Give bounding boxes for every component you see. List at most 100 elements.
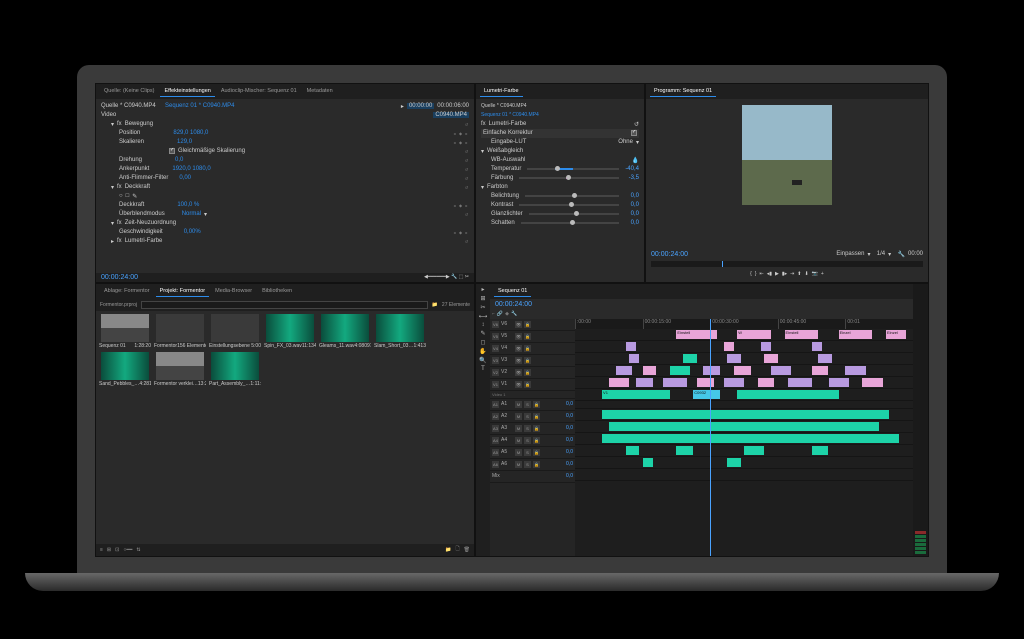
source-patch[interactable]: V2 [492, 369, 499, 376]
lock-icon[interactable]: 🔒 [524, 333, 531, 340]
effect-tc[interactable]: 00:00:24:00 [101, 274, 138, 281]
basic-correction-section[interactable]: Einfache Korrektur [483, 130, 533, 136]
video-clip[interactable] [609, 378, 629, 387]
reset-icon[interactable]: ↺ [464, 122, 469, 127]
source-patch[interactable]: A3 [492, 425, 499, 432]
video-clip[interactable] [764, 354, 778, 363]
twirl-icon[interactable]: ▾ [111, 184, 114, 191]
mute-icon[interactable]: M [515, 449, 522, 456]
twirl-icon[interactable]: ▾ [481, 184, 484, 191]
tool-3[interactable]: ⟷ [479, 313, 488, 320]
bin-item[interactable]: Sand_Pebbles_…4:28188 [99, 352, 151, 387]
tint-slider[interactable] [519, 177, 619, 179]
video-clip[interactable] [758, 378, 775, 387]
video-clip[interactable] [818, 354, 832, 363]
lock-icon[interactable]: 🔒 [533, 413, 540, 420]
source-patch[interactable]: A2 [492, 413, 499, 420]
lock-icon[interactable]: 🔒 [524, 357, 531, 364]
lift-icon[interactable]: ⬆ [797, 271, 801, 277]
link-icon[interactable]: 🔗 [497, 311, 503, 317]
export-frame-icon[interactable]: 📷 [812, 271, 818, 277]
audio-clip[interactable] [602, 434, 899, 443]
snap-icon[interactable]: ⌐ [492, 311, 495, 317]
video-clip[interactable] [629, 354, 639, 363]
settings-icon[interactable]: 🔧 [511, 311, 517, 317]
video-clip[interactable]: C0932 [693, 390, 720, 399]
mute-icon[interactable]: M [515, 437, 522, 444]
eyedropper-icon[interactable]: 💧 [632, 157, 639, 164]
mark-in-icon[interactable]: { [750, 271, 752, 277]
wrench-icon[interactable]: 🔧 [898, 251, 905, 258]
tool-9[interactable]: T [481, 366, 485, 372]
video-track[interactable] [575, 341, 913, 353]
speed-prop[interactable]: Geschwindigkeit [119, 229, 163, 235]
lumetri-master[interactable]: Lumetri-Farbe [489, 121, 527, 127]
tool-0[interactable]: ▸ [481, 286, 484, 293]
bin-item[interactable]: Formentor156 Elemente [154, 314, 206, 349]
folder-icon[interactable]: 📁 [432, 302, 438, 308]
video-track[interactable] [575, 353, 913, 365]
solo-icon[interactable]: S [524, 413, 531, 420]
audio-track-header[interactable]: A3A3MS🔒0,0 [490, 423, 575, 435]
tool-2[interactable]: ✂ [480, 304, 485, 311]
video-track-header[interactable]: V2V2👁🔒 [490, 367, 575, 379]
tab-effect-controls[interactable]: Effekteinstellungen [160, 86, 214, 97]
video-clip[interactable]: Einzel [839, 330, 873, 339]
playhead[interactable] [710, 319, 711, 556]
solo-icon[interactable]: S [524, 449, 531, 456]
tab-metadata[interactable]: Metadaten [303, 86, 337, 97]
video-clip[interactable] [663, 378, 687, 387]
audio-track-header[interactable]: A5A5MS🔒0,0 [490, 447, 575, 459]
contrast-slider[interactable] [519, 204, 619, 206]
trash-icon[interactable]: 🗑 [464, 547, 470, 553]
video-track-header[interactable]: V3V3👁🔒 [490, 355, 575, 367]
video-clip[interactable] [771, 366, 791, 375]
position-prop[interactable]: Position [119, 130, 140, 136]
track-area[interactable]: :00:0000:00:15:0000:00:30:0000:00:45:000… [575, 319, 913, 556]
video-track[interactable]: EinstellWEinstellEinzelEinzel [575, 329, 913, 341]
bin-item[interactable]: Spin_FX_03.wav11:13489 [264, 314, 316, 349]
lumetri-sequence[interactable]: Sequenz 01 * C0940.MP4 [481, 112, 539, 118]
kf-next-icon[interactable]: ▸ [464, 131, 469, 136]
audio-track[interactable] [575, 457, 913, 469]
video-clip[interactable] [829, 378, 849, 387]
solo-icon[interactable]: S [524, 461, 531, 468]
time-remap-effect[interactable]: Zeit-Neuzuordnung [125, 220, 176, 226]
tool-6[interactable]: ◻ [481, 339, 486, 346]
bin-item[interactable]: Einstellungsebene5:00 [209, 314, 261, 349]
video-clip[interactable] [626, 342, 636, 351]
audio-clip[interactable] [676, 446, 693, 455]
audio-track[interactable] [575, 409, 913, 421]
solo-icon[interactable]: S [524, 425, 531, 432]
lumetri-effect[interactable]: Lumetri-Farbe [125, 238, 163, 244]
scale-value[interactable]: 129,0 [177, 139, 192, 145]
input-lut[interactable]: Eingabe-LUT [491, 139, 526, 145]
solo-icon[interactable]: S [524, 401, 531, 408]
mask-rect-icon[interactable]: □ [126, 193, 130, 199]
wb-selector[interactable]: WB-Auswahl [491, 157, 525, 163]
source-patch[interactable]: V3 [492, 357, 499, 364]
scale-prop[interactable]: Skalieren [119, 139, 144, 145]
video-clip[interactable] [643, 366, 657, 375]
zoom-dropdown[interactable]: 1/4 [877, 251, 885, 257]
extract-icon[interactable]: ⬇ [804, 271, 808, 277]
video-clip[interactable] [812, 342, 822, 351]
audio-clip[interactable] [812, 446, 829, 455]
twirl-icon[interactable]: ▸ [111, 238, 114, 245]
shadows-slider[interactable] [521, 222, 619, 224]
audio-clip[interactable] [626, 446, 640, 455]
audio-clip[interactable] [643, 458, 653, 467]
anchor-value[interactable]: 1920,0 1080,0 [172, 166, 210, 172]
mute-icon[interactable]: M [515, 425, 522, 432]
program-scrubber[interactable] [651, 261, 923, 267]
video-clip[interactable] [761, 342, 771, 351]
project-search[interactable] [141, 301, 428, 309]
tab-project[interactable]: Projekt: Formentor [156, 286, 210, 297]
opacity-prop[interactable]: Deckkraft [119, 202, 144, 208]
toggle-output-icon[interactable]: 👁 [515, 333, 522, 340]
toggle-output-icon[interactable]: 👁 [515, 381, 522, 388]
sequence-link[interactable]: Sequenz 01 * C0940.MP4 [165, 103, 234, 109]
source-patch[interactable]: A1 [492, 401, 499, 408]
icon-view-icon[interactable]: ⊞ [107, 547, 111, 553]
video-clip[interactable]: Einzel [886, 330, 906, 339]
